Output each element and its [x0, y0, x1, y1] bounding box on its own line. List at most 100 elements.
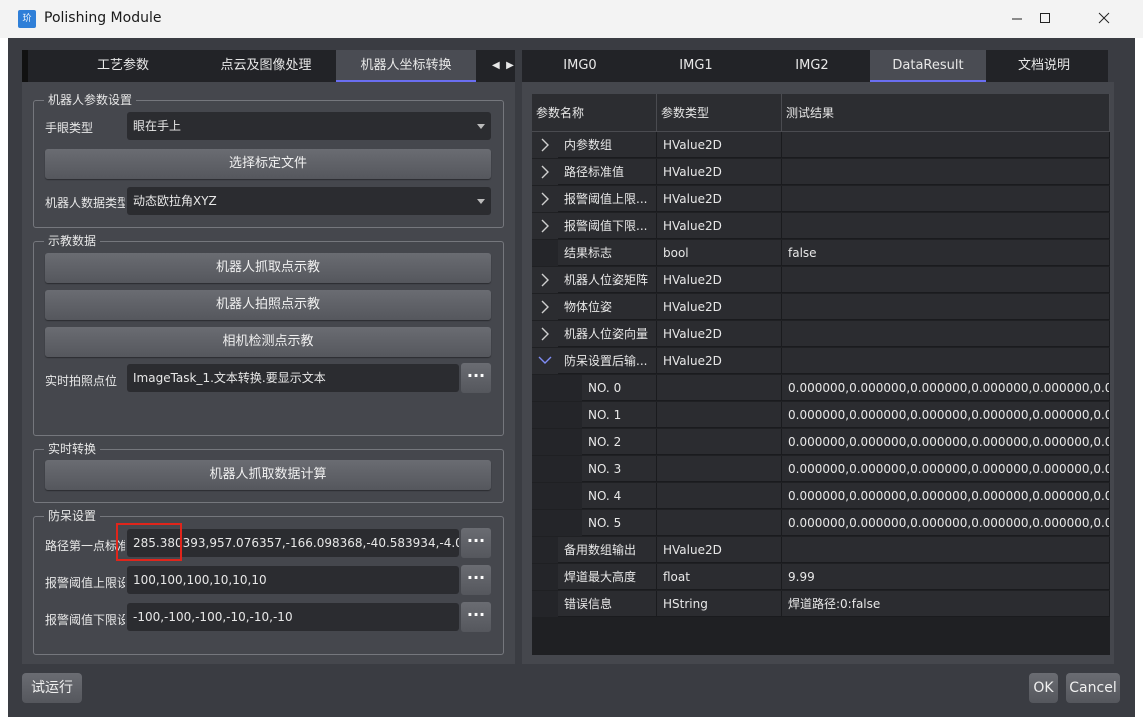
- teach-camera-detect-button[interactable]: 相机检测点示教: [45, 327, 491, 357]
- table-row[interactable]: NO. 0 0.000000,0.000000,0.000000,0.000000…: [532, 375, 1110, 402]
- table-row[interactable]: 物体位姿 HValue2D: [532, 294, 1110, 321]
- realtime-photo-field[interactable]: ImageTask_1.文本转换.要显示文本: [127, 364, 459, 392]
- tab-scroll-arrows[interactable]: ◀ ▶: [492, 50, 518, 82]
- cell-param-name: NO. 0: [582, 375, 657, 401]
- table-row[interactable]: NO. 3 0.000000,0.000000,0.000000,0.000000…: [532, 456, 1110, 483]
- left-tab-bar: 工艺参数 点云及图像处理 机器人坐标转换 ◀ ▶: [22, 50, 515, 82]
- row-indent: [532, 375, 582, 401]
- close-button[interactable]: [1075, 0, 1133, 38]
- cell-param-type: HValue2D: [657, 213, 782, 239]
- cell-test-result: [782, 132, 1110, 158]
- table-row[interactable]: NO. 5 0.000000,0.000000,0.000000,0.000000…: [532, 510, 1110, 537]
- tab-img0[interactable]: IMG0: [522, 50, 638, 82]
- teach-photo-point-button[interactable]: 机器人拍照点示教: [45, 290, 491, 320]
- robot-data-type-select[interactable]: 动态欧拉角XYZ: [127, 187, 491, 215]
- dialog-client-area: 工艺参数 点云及图像处理 机器人坐标转换 ◀ ▶ 机器人参数设置 手眼类型 眼在…: [8, 38, 1135, 717]
- table-row[interactable]: 机器人位姿向量 HValue2D: [532, 321, 1110, 348]
- chevron-right-icon[interactable]: [532, 132, 558, 158]
- browse-button[interactable]: ···: [461, 602, 491, 632]
- cell-test-result: [782, 321, 1110, 347]
- chevron-right-icon[interactable]: [532, 321, 558, 347]
- table-row[interactable]: NO. 2 0.000000,0.000000,0.000000,0.000000…: [532, 429, 1110, 456]
- chevron-down-icon[interactable]: [532, 348, 558, 374]
- cell-test-result: 0.000000,0.000000,0.000000,0.000000,0.00…: [782, 456, 1110, 482]
- browse-button[interactable]: ···: [461, 363, 491, 393]
- group-title: 机器人参数设置: [44, 92, 137, 108]
- table-row[interactable]: 结果标志 bool false: [532, 240, 1110, 267]
- cell-param-name: 报警阈值下限...: [558, 213, 657, 239]
- chevron-right-icon[interactable]: [532, 159, 558, 185]
- cell-param-type: float: [657, 564, 782, 590]
- group-foolproof: 防呆设置 路径第一点标准 285.380393,957.076357,-166.…: [33, 508, 504, 655]
- cell-test-result: [782, 348, 1110, 374]
- teach-grab-point-button[interactable]: 机器人抓取点示教: [45, 253, 491, 283]
- select-calibration-file-button[interactable]: 选择标定文件: [45, 149, 491, 179]
- row-indent: [532, 591, 558, 617]
- chevron-right-icon[interactable]: [532, 294, 558, 320]
- tab-img2[interactable]: IMG2: [754, 50, 870, 82]
- group-title: 实时转换: [44, 441, 101, 457]
- cell-param-name: 物体位姿: [558, 294, 657, 320]
- table-row[interactable]: NO. 1 0.000000,0.000000,0.000000,0.000000…: [532, 402, 1110, 429]
- realtime-photo-label: 实时拍照点位: [45, 374, 118, 388]
- table-row[interactable]: 报警阈值上限... HValue2D: [532, 186, 1110, 213]
- more-dots-icon: ···: [466, 605, 486, 624]
- chevron-right-icon[interactable]: [532, 213, 558, 239]
- chevron-right-icon[interactable]: [532, 267, 558, 293]
- close-icon: [1098, 12, 1110, 24]
- table-row[interactable]: 错误信息 HString 焊道路径:0:false: [532, 591, 1110, 618]
- tab-process-params[interactable]: 工艺参数: [58, 50, 188, 82]
- handeye-type-select[interactable]: 眼在手上: [127, 112, 491, 140]
- row-indent: [532, 240, 558, 266]
- alarm-lower-field[interactable]: -100,-100,-100,-10,-10,-10: [127, 603, 459, 631]
- left-panel: 机器人参数设置 手眼类型 眼在手上 选择标定文件 机器人数据类型 动态欧拉角XY…: [22, 82, 515, 664]
- cell-test-result: 0.000000,0.000000,0.000000,0.000000,0.00…: [782, 510, 1110, 536]
- cell-test-result: [782, 537, 1110, 563]
- cell-param-name: NO. 4: [582, 483, 657, 509]
- more-dots-icon: ···: [466, 531, 486, 550]
- cell-test-result: 0.000000,0.000000,0.000000,0.000000,0.00…: [782, 375, 1110, 401]
- browse-button[interactable]: ···: [461, 565, 491, 595]
- tab-img1[interactable]: IMG1: [638, 50, 754, 82]
- table-row[interactable]: 路径标准值 HValue2D: [532, 159, 1110, 186]
- title-bar: 玠 Polishing Module: [0, 0, 1143, 38]
- tab-pointcloud-image[interactable]: 点云及图像处理: [196, 50, 336, 82]
- chevron-right-icon[interactable]: [532, 186, 558, 212]
- table-row[interactable]: 焊道最大高度 float 9.99: [532, 564, 1110, 591]
- table-row[interactable]: NO. 4 0.000000,0.000000,0.000000,0.000000…: [532, 483, 1110, 510]
- maximize-icon: [1040, 13, 1050, 23]
- arrow-left-icon[interactable]: ◀: [492, 60, 500, 71]
- tab-documentation[interactable]: 文档说明: [986, 50, 1102, 82]
- table-row[interactable]: 机器人位姿矩阵 HValue2D: [532, 267, 1110, 294]
- arrow-right-icon[interactable]: ▶: [506, 60, 514, 71]
- table-row[interactable]: 防呆设置后输... HValue2D: [532, 348, 1110, 375]
- table-row[interactable]: 内参数组 HValue2D: [532, 132, 1110, 159]
- tab-robot-coord-transform[interactable]: 机器人坐标转换: [336, 50, 476, 82]
- row-indent: [532, 537, 558, 563]
- table-row[interactable]: 报警阈值下限... HValue2D: [532, 213, 1110, 240]
- more-dots-icon: ···: [466, 568, 486, 587]
- more-dots-icon: ···: [466, 366, 486, 385]
- cell-test-result: [782, 213, 1110, 239]
- alarm-lower-label: 报警阈值下限设: [45, 613, 125, 627]
- ok-button[interactable]: OK: [1029, 673, 1058, 703]
- column-header-name[interactable]: 参数名称: [532, 94, 657, 132]
- cell-param-name: 机器人位姿矩阵: [558, 267, 657, 293]
- browse-button[interactable]: ···: [461, 528, 491, 558]
- tab-data-result[interactable]: DataResult: [870, 50, 986, 82]
- cell-test-result: [782, 267, 1110, 293]
- column-header-type[interactable]: 参数类型: [657, 94, 782, 132]
- column-header-result[interactable]: 测试结果: [782, 94, 1110, 132]
- app-icon: 玠: [18, 10, 36, 28]
- cell-test-result: 焊道路径:0:false: [782, 591, 1110, 617]
- row-indent: [532, 402, 582, 428]
- maximize-button[interactable]: [1016, 0, 1074, 38]
- cell-test-result: 0.000000,0.000000,0.000000,0.000000,0.00…: [782, 402, 1110, 428]
- compute-grab-data-button[interactable]: 机器人抓取数据计算: [45, 460, 491, 490]
- alarm-upper-field[interactable]: 100,100,100,10,10,10: [127, 566, 459, 594]
- cancel-button[interactable]: Cancel: [1066, 673, 1120, 703]
- trial-run-button[interactable]: 试运行: [22, 673, 82, 703]
- cell-param-name: 报警阈值上限...: [558, 186, 657, 212]
- right-panel: 参数名称 参数类型 测试结果 内参数组 HValue2D 路径标准值 HValue2D…: [522, 82, 1114, 664]
- table-row[interactable]: 备用数组输出 HValue2D: [532, 537, 1110, 564]
